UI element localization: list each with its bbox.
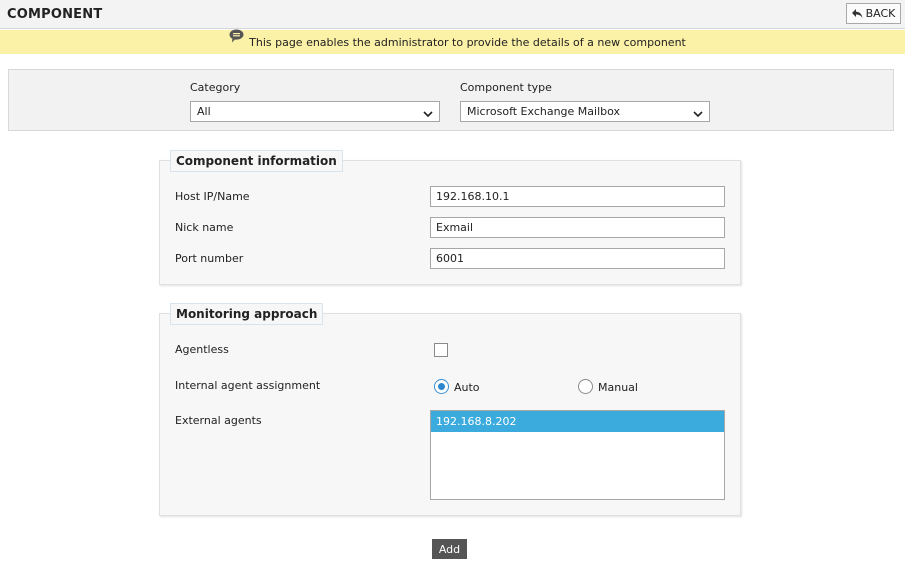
speech-bubble-icon (229, 29, 244, 46)
host-input[interactable]: 192.168.10.1 (430, 186, 725, 207)
manual-radio-label: Manual (598, 381, 638, 394)
component-information-section: Component information Host IP/Name 192.1… (159, 150, 741, 285)
nick-name-label: Nick name (175, 221, 234, 234)
category-select-value: All (197, 105, 211, 118)
auto-radio[interactable] (434, 379, 449, 394)
monitoring-approach-legend: Monitoring approach (170, 303, 324, 325)
add-button[interactable]: Add (432, 539, 467, 559)
internal-agent-assignment-label: Internal agent assignment (175, 379, 321, 392)
category-select[interactable]: All (190, 101, 440, 122)
back-button-label: BACK (865, 7, 896, 20)
external-agents-listbox[interactable]: 192.168.8.202 (430, 410, 725, 500)
manual-radio[interactable] (578, 379, 593, 394)
agentless-label: Agentless (175, 343, 229, 356)
category-label: Category (190, 81, 241, 94)
port-number-input-value: 6001 (436, 252, 464, 265)
back-arrow-icon (851, 8, 863, 19)
component-information-legend: Component information (170, 150, 343, 172)
chevron-down-icon (693, 108, 703, 121)
list-item[interactable]: 192.168.8.202 (431, 411, 724, 432)
component-type-select[interactable]: Microsoft Exchange Mailbox (460, 101, 710, 122)
back-button[interactable]: BACK (846, 3, 901, 24)
nick-name-input-value: Exmail (436, 221, 474, 234)
host-label: Host IP/Name (175, 190, 250, 203)
nick-name-input[interactable]: Exmail (430, 217, 725, 238)
port-number-input[interactable]: 6001 (430, 248, 725, 269)
agentless-checkbox[interactable] (434, 343, 448, 357)
info-banner: This page enables the administrator to p… (0, 29, 905, 54)
top-bar: COMPONENT BACK (0, 0, 905, 29)
filter-panel: Category All Component type Microsoft Ex… (8, 69, 894, 131)
port-number-label: Port number (175, 252, 244, 265)
page-title: COMPONENT (7, 7, 103, 22)
list-item-label: 192.168.8.202 (436, 415, 517, 428)
host-input-value: 192.168.10.1 (436, 190, 510, 203)
component-type-label: Component type (460, 81, 552, 94)
monitoring-approach-section: Monitoring approach Agentless Internal a… (159, 303, 741, 516)
chevron-down-icon (423, 108, 433, 121)
component-type-select-value: Microsoft Exchange Mailbox (467, 105, 621, 118)
auto-radio-label: Auto (454, 381, 480, 394)
external-agents-label: External agents (175, 414, 262, 427)
info-message: This page enables the administrator to p… (249, 35, 686, 49)
